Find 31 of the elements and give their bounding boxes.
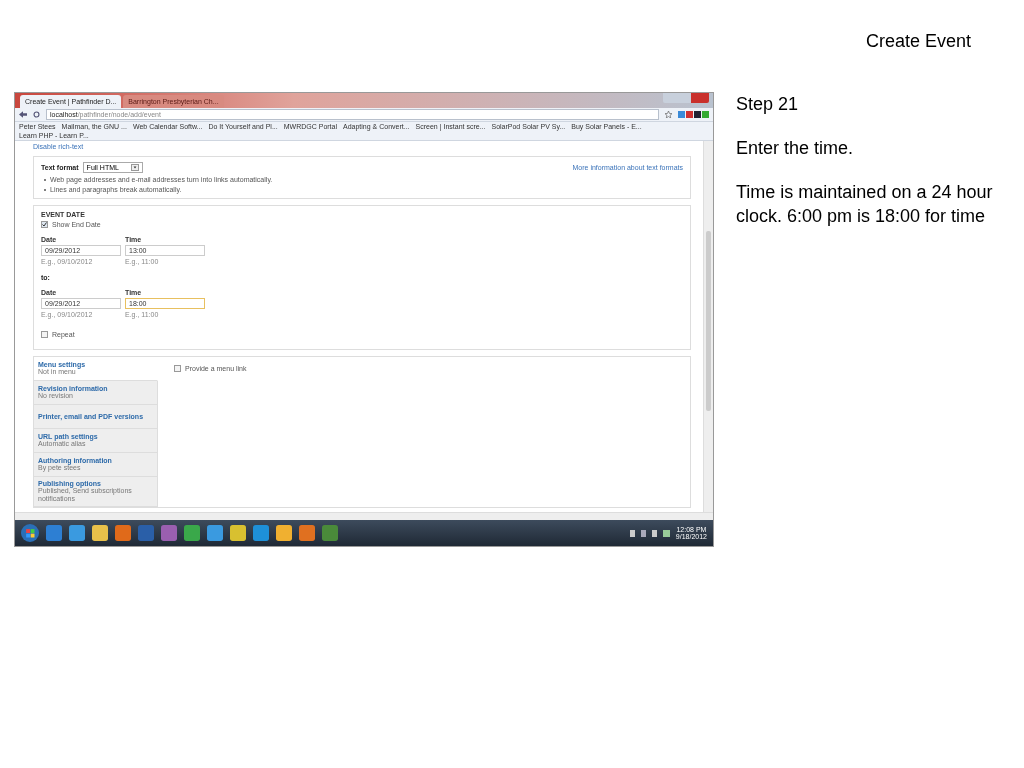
app-icon[interactable] bbox=[253, 525, 269, 541]
dropdown-caret-icon[interactable] bbox=[130, 164, 139, 171]
app-icon[interactable] bbox=[138, 525, 154, 541]
check-icon bbox=[42, 222, 47, 227]
slide-title: Create Event bbox=[865, 31, 971, 52]
instruction-text: Enter the time. bbox=[736, 137, 855, 160]
vertical-scrollbar[interactable] bbox=[703, 141, 713, 512]
app-icon[interactable] bbox=[299, 525, 315, 541]
horizontal-scrollbar[interactable] bbox=[15, 512, 713, 520]
start-icon[interactable] bbox=[21, 524, 39, 542]
window-controls[interactable] bbox=[663, 93, 709, 103]
app-icon[interactable] bbox=[46, 525, 62, 541]
step-label: Step 21 bbox=[736, 93, 800, 116]
app-icon[interactable] bbox=[230, 525, 246, 541]
reload-icon[interactable] bbox=[33, 111, 40, 118]
app-icon[interactable] bbox=[207, 525, 223, 541]
show-end-date-checkbox[interactable] bbox=[41, 221, 48, 228]
instruction-text: Time is maintained on a 24 hour clock. 6:00 pm is 18:00 for time bbox=[736, 181, 994, 228]
back-icon[interactable] bbox=[19, 111, 27, 118]
app-icon[interactable] bbox=[69, 525, 85, 541]
tray-icons[interactable] bbox=[629, 529, 670, 537]
app-icon[interactable] bbox=[184, 525, 200, 541]
app-icon[interactable] bbox=[115, 525, 131, 541]
app-icon[interactable] bbox=[92, 525, 108, 541]
repeat-checkbox[interactable] bbox=[41, 331, 48, 338]
app-icon[interactable] bbox=[276, 525, 292, 541]
menu-link-checkbox[interactable] bbox=[174, 365, 181, 372]
extension-icons[interactable] bbox=[678, 111, 709, 118]
star-icon[interactable] bbox=[665, 111, 672, 118]
app-icon[interactable] bbox=[161, 525, 177, 541]
app-icon[interactable] bbox=[322, 525, 338, 541]
